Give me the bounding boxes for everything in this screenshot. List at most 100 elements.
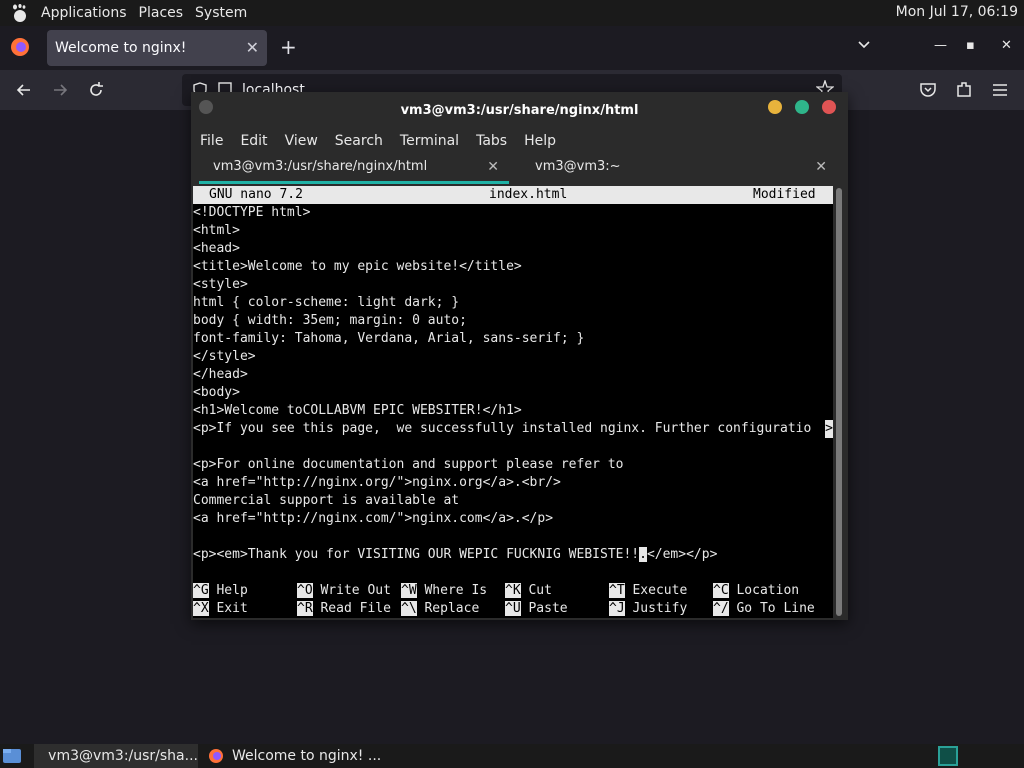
shortcut-key: ^T bbox=[609, 583, 625, 598]
close-window-button[interactable]: ✕ bbox=[1001, 38, 1012, 53]
hamburger-menu-icon[interactable] bbox=[990, 80, 1010, 100]
firefox-tabbar: Welcome to nginx! ✕ + — ▪ ✕ bbox=[0, 26, 1024, 70]
terminal-tab-close-icon[interactable]: ✕ bbox=[487, 154, 499, 180]
menu-edit[interactable]: Edit bbox=[231, 133, 275, 149]
applications-menu[interactable]: Applications bbox=[35, 5, 133, 21]
menu-tabs[interactable]: Tabs bbox=[467, 133, 515, 149]
tab-title: Welcome to nginx! bbox=[55, 40, 187, 56]
shortcut-key: ^J bbox=[609, 601, 625, 616]
taskbar-item-label: vm3@vm3:/usr/sha... bbox=[48, 748, 198, 764]
code-line[interactable]: <p>If you see this page, we successfully… bbox=[193, 420, 833, 438]
code-line[interactable] bbox=[193, 438, 833, 456]
shortcut-location[interactable]: ^C Location bbox=[713, 582, 799, 600]
shortcut-key: ^\ bbox=[401, 601, 417, 616]
code-line[interactable]: <a href="http://nginx.org/">nginx.org</a… bbox=[193, 474, 833, 492]
back-icon[interactable] bbox=[14, 80, 34, 100]
extensions-icon[interactable] bbox=[954, 80, 974, 100]
terminal-tab-label: vm3@vm3:/usr/share/nginx/html bbox=[213, 159, 428, 174]
shortcut-label: Cut bbox=[528, 583, 552, 598]
tab-welcome-to-nginx[interactable]: Welcome to nginx! ✕ bbox=[47, 30, 267, 66]
shortcut-execute[interactable]: ^T Execute bbox=[609, 582, 687, 600]
shortcut-key: ^R bbox=[297, 601, 313, 616]
places-menu[interactable]: Places bbox=[133, 5, 190, 21]
shortcut-justify[interactable]: ^J Justify bbox=[609, 600, 687, 618]
code-line[interactable]: <style> bbox=[193, 276, 833, 294]
shortcut-label: Exit bbox=[216, 601, 248, 616]
reload-icon[interactable] bbox=[86, 80, 106, 100]
terminal-tab-html[interactable]: vm3@vm3:/usr/share/nginx/html ✕ bbox=[199, 154, 509, 184]
code-line[interactable]: <body> bbox=[193, 384, 833, 402]
shortcut-label: Replace bbox=[424, 601, 480, 616]
firefox-icon bbox=[209, 749, 223, 763]
nano-editor[interactable]: GNU nano 7.2 index.html Modified <!DOCTY… bbox=[193, 186, 833, 618]
shortcut-key: ^X bbox=[193, 601, 209, 616]
show-desktop-icon[interactable] bbox=[2, 746, 22, 766]
shortcut-key: ^W bbox=[401, 583, 417, 598]
shortcut-cut[interactable]: ^K Cut bbox=[505, 582, 552, 600]
code-line[interactable]: html { color-scheme: light dark; } bbox=[193, 294, 833, 312]
new-tab-button[interactable]: + bbox=[280, 35, 297, 59]
code-line[interactable]: font-family: Tahoma, Verdana, Arial, san… bbox=[193, 330, 833, 348]
taskbar-item-firefox[interactable]: Welcome to nginx! ... bbox=[204, 744, 384, 768]
menu-search[interactable]: Search bbox=[326, 133, 391, 149]
shortcut-where-is[interactable]: ^W Where Is bbox=[401, 582, 487, 600]
terminal-app-icon[interactable] bbox=[199, 100, 213, 114]
pocket-icon[interactable] bbox=[918, 80, 938, 100]
taskbar-item-terminal[interactable]: vm3@vm3:/usr/sha... bbox=[34, 744, 198, 768]
gnome-foot-icon[interactable] bbox=[9, 3, 29, 23]
menu-terminal[interactable]: Terminal bbox=[391, 133, 467, 149]
terminal-tabs: vm3@vm3:/usr/share/nginx/html ✕ vm3@vm3:… bbox=[191, 154, 848, 184]
terminal-menubar: File Edit View Search Terminal Tabs Help bbox=[191, 128, 848, 154]
code-line[interactable] bbox=[193, 528, 833, 546]
list-all-tabs-icon[interactable] bbox=[856, 36, 872, 52]
code-line[interactable]: <html> bbox=[193, 222, 833, 240]
terminal-close-button[interactable] bbox=[822, 100, 836, 114]
shortcut-label: Write Out bbox=[320, 583, 391, 598]
code-line[interactable]: </style> bbox=[193, 348, 833, 366]
shortcut-paste[interactable]: ^U Paste bbox=[505, 600, 568, 618]
forward-icon[interactable] bbox=[50, 80, 70, 100]
workspace-switcher[interactable] bbox=[938, 746, 958, 766]
maximize-button[interactable]: ▪ bbox=[966, 38, 975, 53]
menu-view[interactable]: View bbox=[276, 133, 326, 149]
shortcut-read-file[interactable]: ^R Read File bbox=[297, 600, 391, 618]
terminal-title[interactable]: vm3@vm3:/usr/share/nginx/html bbox=[191, 92, 848, 128]
shortcut-label: Justify bbox=[632, 601, 688, 616]
top-panel: Applications Places System Mon Jul 17, 0… bbox=[0, 0, 1024, 26]
shortcut-write-out[interactable]: ^O Write Out bbox=[297, 582, 391, 600]
code-line[interactable]: <p><em>Thank you for VISITING OUR WEPIC … bbox=[193, 546, 833, 564]
terminal-minimize-button[interactable] bbox=[768, 100, 782, 114]
minimize-button[interactable]: — bbox=[934, 38, 947, 53]
clock[interactable]: Mon Jul 17, 06:19 bbox=[896, 4, 1018, 20]
shortcut-exit[interactable]: ^X Exit bbox=[193, 600, 248, 618]
system-menu[interactable]: System bbox=[189, 5, 253, 21]
terminal-window[interactable]: vm3@vm3:/usr/share/nginx/html File Edit … bbox=[191, 92, 848, 620]
shortcut-label: Location bbox=[736, 583, 800, 598]
code-line[interactable]: <!DOCTYPE html> bbox=[193, 204, 833, 222]
code-line[interactable]: </head> bbox=[193, 366, 833, 384]
code-line[interactable]: body { width: 35em; margin: 0 auto; bbox=[193, 312, 833, 330]
shortcut-replace[interactable]: ^\ Replace bbox=[401, 600, 479, 618]
nano-status: Modified bbox=[753, 187, 816, 202]
code-line[interactable]: <p>For online documentation and support … bbox=[193, 456, 833, 474]
terminal-tab-close-icon[interactable]: ✕ bbox=[815, 154, 827, 180]
code-line[interactable]: <a href="http://nginx.com/">nginx.com</a… bbox=[193, 510, 833, 528]
shortcut-go-to-line[interactable]: ^/ Go To Line bbox=[713, 600, 815, 618]
shortcut-label: Read File bbox=[320, 601, 391, 616]
code-line[interactable]: <head> bbox=[193, 240, 833, 258]
shortcut-key: ^O bbox=[297, 583, 313, 598]
menu-file[interactable]: File bbox=[191, 133, 231, 149]
terminal-maximize-button[interactable] bbox=[795, 100, 809, 114]
shortcut-help[interactable]: ^G Help bbox=[193, 582, 248, 600]
tab-close-icon[interactable]: ✕ bbox=[246, 38, 259, 57]
code-line[interactable]: Commercial support is available at bbox=[193, 492, 833, 510]
terminal-tab-home[interactable]: vm3@vm3:~ ✕ bbox=[521, 154, 831, 184]
code-line[interactable] bbox=[193, 564, 833, 582]
code-line[interactable]: <h1>Welcome toCOLLABVM EPIC WEBSITER!</h… bbox=[193, 402, 833, 420]
terminal-scrollbar[interactable] bbox=[836, 188, 842, 616]
firefox-icon bbox=[11, 38, 29, 56]
shortcut-label: Go To Line bbox=[736, 601, 815, 616]
menu-help[interactable]: Help bbox=[515, 133, 564, 149]
code-line[interactable]: <title>Welcome to my epic website!</titl… bbox=[193, 258, 833, 276]
terminal-tab-label: vm3@vm3:~ bbox=[535, 159, 621, 174]
